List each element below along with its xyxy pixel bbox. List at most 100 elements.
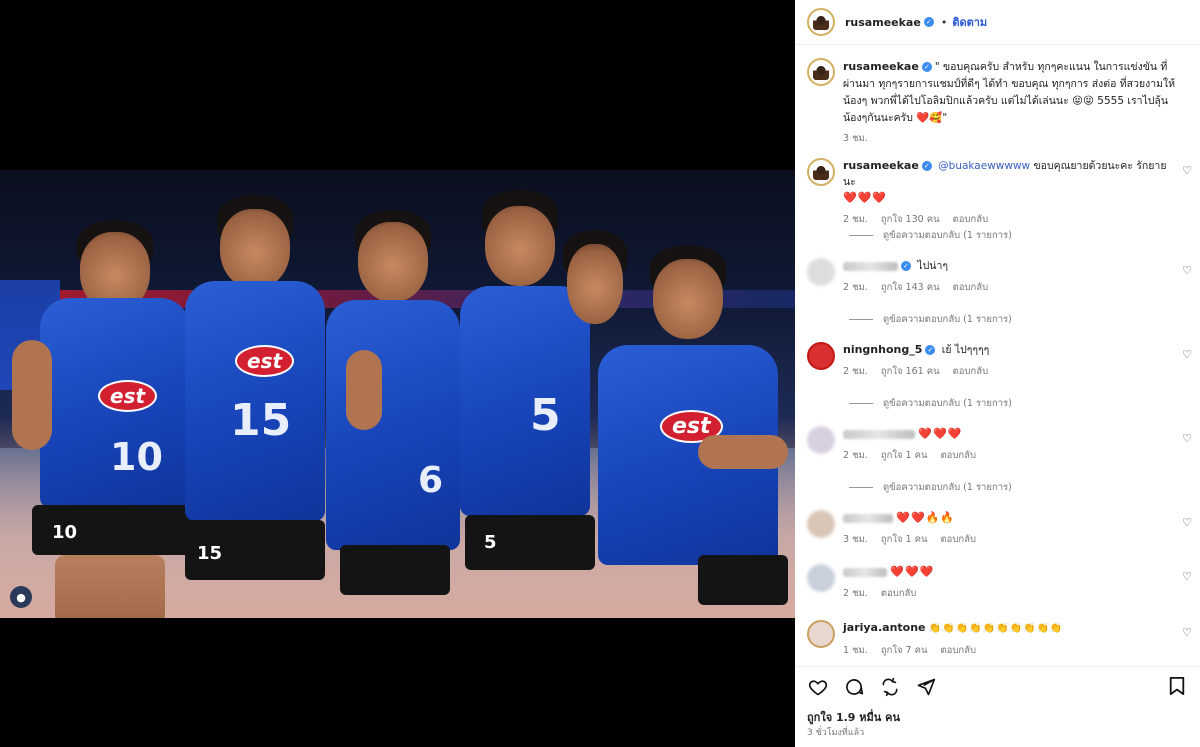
verified-icon: ✓ (921, 62, 932, 72)
jersey-number-2: 15 (230, 395, 292, 446)
replies-dash (849, 487, 873, 488)
comment-likes[interactable]: ถูกใจ 1 คน (881, 450, 928, 461)
comment-emoji: ❤️❤️❤️ (918, 427, 963, 440)
separator-dot: • (940, 15, 948, 29)
commenter-avatar[interactable] (807, 620, 835, 648)
instagram-post-window: est 10 10 est 15 15 6 5 5 est ● rusameek… (0, 0, 1200, 747)
comment-icon[interactable] (843, 676, 865, 698)
verified-icon: ✓ (921, 161, 932, 171)
author-username[interactable]: rusameekae (845, 16, 921, 29)
replies-dash (849, 235, 873, 236)
blurred-username[interactable] (843, 567, 887, 577)
comment-time: 2 ชม. (843, 214, 868, 225)
post-sidebar: rusameekae ✓ • ติดตาม rusameekae ✓ " ขอบคุ… (795, 0, 1200, 747)
commenter-username[interactable]: ningnhong_5 (843, 343, 922, 356)
reply-button[interactable]: ตอบกลับ (881, 588, 917, 599)
comment: ❤️❤️❤️ 2 ชม. ถูกใจ 1 คน ตอบกลับ ♡ (807, 426, 1192, 463)
player-2: est 15 15 (175, 195, 335, 615)
verified-icon: ✓ (901, 261, 911, 271)
player-6: est (588, 245, 788, 618)
view-replies-text[interactable]: ดูข้อความตอบกลับ (1 รายการ) (883, 312, 1012, 327)
verified-icon: ✓ (925, 345, 936, 355)
heart-outline-icon[interactable]: ♡ (1182, 516, 1192, 529)
post-photo[interactable]: est 10 10 est 15 15 6 5 5 est (0, 170, 795, 618)
caption-time: 3 ชม. (843, 133, 868, 144)
heart-outline-icon[interactable]: ♡ (1182, 432, 1192, 445)
shorts-number: 10 (52, 522, 78, 543)
reply-button[interactable]: ตอบกลับ (941, 534, 977, 545)
comment: ❤️❤️❤️ 2 ชม. ตอบกลับ ♡ (807, 564, 1192, 601)
send-icon[interactable] (915, 676, 937, 698)
view-replies-text[interactable]: ดูข้อความตอบกลับ (1 รายการ) (883, 480, 1012, 495)
view-replies-text[interactable]: ดูข้อความตอบกลับ (1 รายการ) (883, 396, 1012, 411)
commenter-avatar[interactable] (807, 426, 835, 454)
comment-likes[interactable]: ถูกใจ 143 คน (881, 282, 940, 293)
commenter-avatar[interactable] (807, 158, 835, 186)
post-time-ago: 3 ชั่วโมงที่แล้ว (807, 728, 865, 738)
comment-likes[interactable]: ถูกใจ 7 คน (881, 645, 928, 656)
comment-time: 2 ชม. (843, 588, 868, 599)
heart-outline-icon[interactable]: ♡ (1182, 570, 1192, 583)
commenter-avatar[interactable] (807, 258, 835, 286)
comment-likes[interactable]: ถูกใจ 130 คน (881, 214, 940, 225)
reply-button[interactable]: ตอบกลับ (953, 282, 989, 293)
shorts-number-2: 15 (197, 543, 223, 564)
comment-emoji: 👏👏👏👏👏👏👏👏👏👏 (928, 623, 1064, 634)
view-replies-link[interactable]: ดูข้อความตอบกลับ (1 รายการ) (849, 312, 1012, 327)
blurred-username[interactable] (843, 261, 898, 271)
comment-likes[interactable]: ถูกใจ 1 คน (881, 534, 928, 545)
comment-likes[interactable]: ถูกใจ 161 คน (881, 366, 940, 377)
commenter-avatar[interactable] (807, 510, 835, 538)
bookmark-icon[interactable] (1168, 676, 1186, 700)
share-icon[interactable] (879, 676, 901, 698)
commenter-username[interactable]: rusameekae (843, 159, 919, 172)
comment-emoji: ❤️❤️🔥🔥 (896, 511, 956, 524)
jersey-brand: est (98, 380, 158, 412)
comment: rusameekae ✓ @buakaewwwww ขอบคุณยายด้วยนะ… (807, 158, 1192, 227)
likes-count[interactable]: ถูกใจ 1.9 หมื่น คน (807, 708, 900, 726)
view-replies-text[interactable]: ดูข้อความตอบกลับ (1 รายการ) (883, 228, 1012, 243)
follow-button[interactable]: ติดตาม (952, 13, 987, 31)
verified-icon: ✓ (923, 17, 934, 27)
commenter-avatar[interactable] (807, 342, 835, 370)
post-header: rusameekae ✓ • ติดตาม (795, 0, 1200, 45)
comment-time: 2 ชม. (843, 366, 868, 377)
reply-button[interactable]: ตอบกลับ (953, 214, 989, 225)
reply-button[interactable]: ตอบกลับ (941, 645, 977, 656)
comment: ningnhong_5 ✓ เย้ ไปๆๆๆๆ 2 ชม. ถูกใจ 161 … (807, 342, 1192, 379)
comment-time: 2 ชม. (843, 282, 868, 293)
caption-username[interactable]: rusameekae (843, 60, 919, 73)
reply-button[interactable]: ตอบกลับ (941, 450, 977, 461)
blurred-username[interactable] (843, 513, 893, 523)
heart-outline-icon[interactable]: ♡ (1182, 264, 1192, 277)
commenter-username[interactable]: jariya.antone (843, 621, 926, 634)
commenter-avatar[interactable] (807, 564, 835, 592)
replies-dash (849, 319, 873, 320)
author-avatar[interactable] (807, 8, 835, 36)
comment-text: ไปน่าๆ (917, 260, 949, 272)
comment-time: 1 ชม. (843, 645, 868, 656)
comment-time: 2 ชม. (843, 450, 868, 461)
reply-button[interactable]: ตอบกลับ (953, 366, 989, 377)
mention-link[interactable]: @buakaewwwww (938, 160, 1030, 172)
comment-emoji: ❤️❤️❤️ (890, 565, 935, 578)
shorts-number-4: 5 (484, 532, 497, 553)
like-icon[interactable] (807, 676, 829, 698)
heart-outline-icon[interactable]: ♡ (1182, 348, 1192, 361)
view-replies-link[interactable]: ดูข้อความตอบกลับ (1 รายการ) (849, 480, 1012, 495)
comment-emoji: ❤️❤️❤️ (843, 191, 888, 204)
heart-outline-icon[interactable]: ♡ (1182, 626, 1192, 639)
blurred-username[interactable] (843, 429, 915, 439)
comment: jariya.antone 👏👏👏👏👏👏👏👏👏👏 1 ชม. ถูกใจ 7 ค… (807, 620, 1192, 658)
replies-dash (849, 403, 873, 404)
tagged-people-icon[interactable]: ● (10, 586, 32, 608)
view-replies-link[interactable]: ดูข้อความตอบกลับ (1 รายการ) (849, 228, 1012, 243)
comment-text: เย้ ไปๆๆๆๆ (941, 344, 990, 356)
comment: ❤️❤️🔥🔥 3 ชม. ถูกใจ 1 คน ตอบกลับ ♡ (807, 510, 1192, 547)
comment: ✓ ไปน่าๆ 2 ชม. ถูกใจ 143 คน ตอบกลับ ♡ (807, 258, 1192, 295)
view-replies-link[interactable]: ดูข้อความตอบกลับ (1 รายการ) (849, 396, 1012, 411)
post-media: est 10 10 est 15 15 6 5 5 est ● (0, 0, 795, 747)
author-avatar[interactable] (807, 58, 835, 86)
heart-outline-icon[interactable]: ♡ (1182, 164, 1192, 177)
jersey-number: 10 (110, 435, 163, 479)
